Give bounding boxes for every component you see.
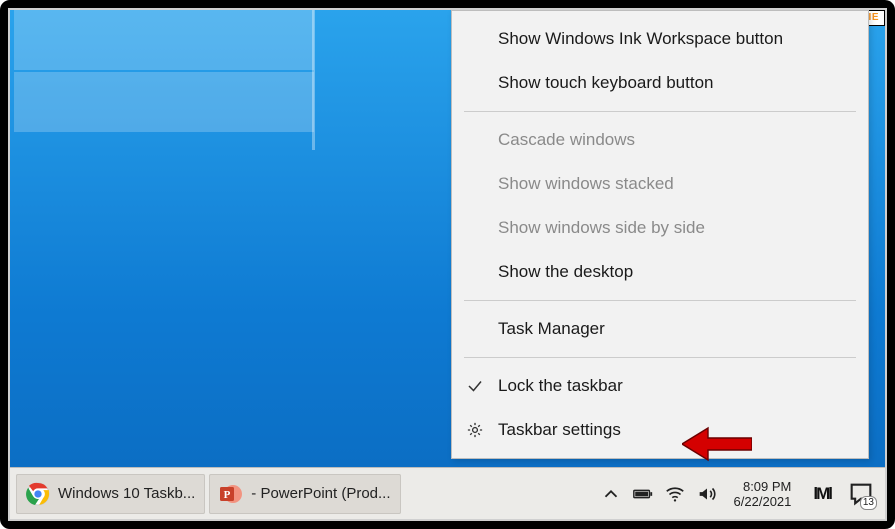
tray-overflow-chevron-icon[interactable] [600,483,622,505]
desktop: TECHJUNKIE Show Windows Ink Workspace bu… [8,8,887,521]
taskbar-context-menu: Show Windows Ink Workspace button Show t… [451,10,869,459]
menu-item-label: Show the desktop [498,262,633,282]
clock-time: 8:09 PM [743,479,791,494]
menu-show-ink-workspace[interactable]: Show Windows Ink Workspace button [452,17,868,61]
menu-item-label: Cascade windows [498,130,635,150]
menu-show-windows-stacked[interactable]: Show windows stacked [452,162,868,206]
menu-separator [464,300,856,301]
clock-date: 6/22/2021 [734,494,792,509]
system-tray: 8:09 PM 6/22/2021 lMl 13 [600,479,879,509]
svg-text:P: P [224,489,231,501]
menu-item-label: Show Windows Ink Workspace button [498,29,783,49]
menu-taskbar-settings[interactable]: Taskbar settings [452,408,868,452]
chrome-icon [26,482,50,506]
menu-task-manager[interactable]: Task Manager [452,307,868,351]
battery-icon[interactable] [632,483,654,505]
menu-lock-the-taskbar[interactable]: Lock the taskbar [452,364,868,408]
notification-count-badge: 13 [860,496,877,510]
menu-item-label: Show windows stacked [498,174,674,194]
menu-item-label: Task Manager [498,319,605,339]
check-icon [464,375,486,397]
gear-icon [464,419,486,441]
menu-item-label: Show windows side by side [498,218,705,238]
menu-separator [464,357,856,358]
menu-item-label: Lock the taskbar [498,376,623,396]
action-center-icon[interactable]: 13 [847,480,875,508]
taskbar-app-label: Windows 10 Taskb... [58,485,195,502]
taskbar-app-chrome[interactable]: Windows 10 Taskb... [16,474,205,514]
menu-separator [464,111,856,112]
menu-show-touch-keyboard[interactable]: Show touch keyboard button [452,61,868,105]
menu-item-label: Show touch keyboard button [498,73,713,93]
taskbar-app-label: - PowerPoint (Prod... [251,485,390,502]
menu-item-label: Taskbar settings [498,420,621,440]
wallpaper-divider [312,8,315,150]
taskbar-clock[interactable]: 8:09 PM 6/22/2021 [728,479,798,509]
menu-cascade-windows[interactable]: Cascade windows [452,118,868,162]
wifi-icon[interactable] [664,483,686,505]
tray-app-icon[interactable]: lMl [807,484,837,504]
taskbar-app-powerpoint[interactable]: P - PowerPoint (Prod... [209,474,400,514]
powerpoint-icon: P [219,482,243,506]
volume-icon[interactable] [696,483,718,505]
menu-show-windows-side-by-side[interactable]: Show windows side by side [452,206,868,250]
taskbar[interactable]: Windows 10 Taskb... P - PowerPoint (Prod… [10,467,885,519]
wallpaper-pane [14,8,314,70]
menu-show-the-desktop[interactable]: Show the desktop [452,250,868,294]
wallpaper-pane [14,72,314,132]
